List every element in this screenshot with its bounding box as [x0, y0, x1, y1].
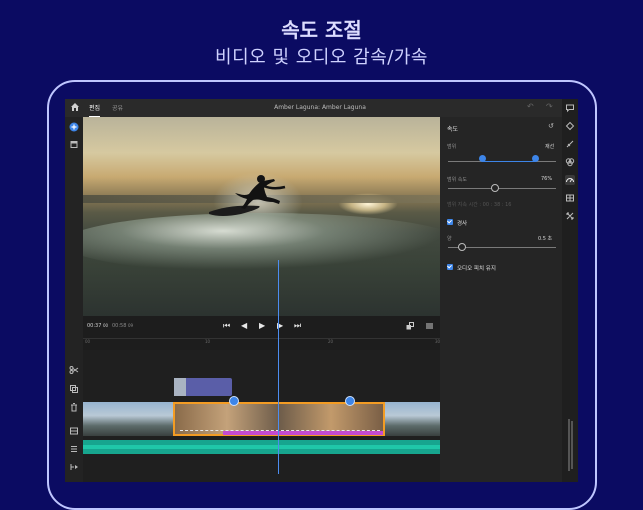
- range-speed-label: 범위 속도: [447, 177, 467, 183]
- panel-scroll-indicator[interactable]: [568, 419, 570, 471]
- color-wheels-icon[interactable]: [565, 157, 575, 167]
- media-bin-icon[interactable]: [69, 139, 79, 149]
- layers-icon[interactable]: [69, 444, 79, 454]
- home-icon[interactable]: [70, 102, 80, 112]
- range-slider-fill: [482, 161, 536, 162]
- range-reselect-button[interactable]: 재선: [545, 143, 554, 150]
- speed-range-end-handle[interactable]: [345, 396, 355, 406]
- video-track: [83, 396, 440, 436]
- document-title: Amber Laguna: Amber Laguna: [274, 104, 366, 111]
- amount-label: 양: [447, 236, 452, 242]
- title-clip[interactable]: [174, 378, 232, 396]
- range-end-handle[interactable]: [532, 155, 539, 162]
- app-screen: 편집 공유 Amber Laguna: Amber Laguna ↶ ↷ 00:…: [65, 99, 578, 482]
- tab-edit[interactable]: 편집: [89, 103, 101, 117]
- comment-icon[interactable]: [565, 103, 575, 113]
- split-icon[interactable]: [69, 365, 79, 375]
- range-speed-slider-track: [448, 188, 556, 189]
- speed-icon[interactable]: [565, 175, 575, 185]
- table-icon[interactable]: [565, 193, 575, 203]
- amount-value: 0.5 초: [538, 236, 553, 242]
- surfer-silhouette: [209, 175, 286, 216]
- keep-pitch-checkbox[interactable]: [447, 264, 453, 270]
- playback-controls: 00:37 00 00:58 09 ⏮ ◀ ▶ ▶ ⏭: [83, 316, 440, 338]
- video-preview[interactable]: [83, 117, 440, 316]
- ruler-mark: 20: [328, 339, 334, 344]
- video-clip[interactable]: [385, 402, 440, 436]
- fit-view-icon[interactable]: [406, 322, 414, 330]
- ruler-mark: 00: [85, 339, 91, 344]
- speed-panel: 속도 ↺ 범위 재선 범위 속도 76% 범위 지속 시간 : 00 : 38 …: [440, 117, 562, 482]
- range-speed-value: 76%: [541, 176, 553, 182]
- range-label: 범위: [447, 144, 457, 150]
- speed-range-start-handle[interactable]: [229, 396, 239, 406]
- play-icon[interactable]: ▶: [259, 321, 265, 331]
- ruler-mark: 10: [205, 339, 211, 344]
- amount-slider-handle[interactable]: [457, 243, 466, 251]
- shapes-icon[interactable]: [565, 121, 575, 131]
- color-adjust-icon[interactable]: [565, 139, 575, 149]
- audio-waveform: [83, 445, 440, 449]
- panel-scroll-indicator: [571, 421, 573, 469]
- keep-pitch-label: 오디오 피치 유지: [457, 266, 496, 272]
- track-icon[interactable]: [69, 426, 79, 436]
- speed-range-bar[interactable]: [223, 431, 383, 435]
- promo-title: 속도 조절: [281, 18, 362, 42]
- transform-icon[interactable]: [565, 211, 575, 221]
- reset-icon[interactable]: ↺: [548, 122, 554, 130]
- add-track-icon[interactable]: [69, 462, 79, 472]
- promo-subtitle: 비디오 및 오디오 감속/가속: [215, 47, 428, 68]
- timeline[interactable]: [83, 260, 440, 482]
- title-thumbnail: [174, 378, 186, 396]
- range-speed-slider-handle[interactable]: [491, 184, 500, 192]
- delete-icon[interactable]: [69, 402, 79, 412]
- ramp-checkbox[interactable]: [447, 219, 453, 225]
- left-toolbar: [65, 117, 83, 482]
- redo-icon[interactable]: ↷: [546, 102, 553, 111]
- audio-track[interactable]: [83, 440, 440, 454]
- range-start-handle[interactable]: [479, 155, 486, 162]
- playhead[interactable]: [278, 260, 279, 474]
- tab-share[interactable]: 공유: [112, 103, 123, 112]
- duplicate-icon[interactable]: [69, 384, 79, 394]
- current-time: 00:37 00: [87, 323, 109, 329]
- video-clip[interactable]: [83, 402, 173, 436]
- panel-title: 속도: [447, 126, 459, 133]
- menu-icon[interactable]: [426, 323, 433, 329]
- duration-label: 범위 지속 시간 : 00 : 38 : 16: [447, 202, 512, 208]
- total-time: 00:58 09: [112, 323, 134, 329]
- add-media-icon[interactable]: [69, 122, 79, 132]
- go-to-end-icon[interactable]: ⏭: [294, 321, 301, 331]
- step-back-icon[interactable]: ◀: [241, 321, 247, 331]
- right-toolbar: [562, 99, 578, 482]
- top-bar: 편집 공유 Amber Laguna: Amber Laguna ↶ ↷: [65, 99, 578, 117]
- go-to-start-icon[interactable]: ⏮: [223, 321, 230, 331]
- ramp-label: 경사: [457, 221, 468, 227]
- undo-icon[interactable]: ↶: [527, 102, 534, 111]
